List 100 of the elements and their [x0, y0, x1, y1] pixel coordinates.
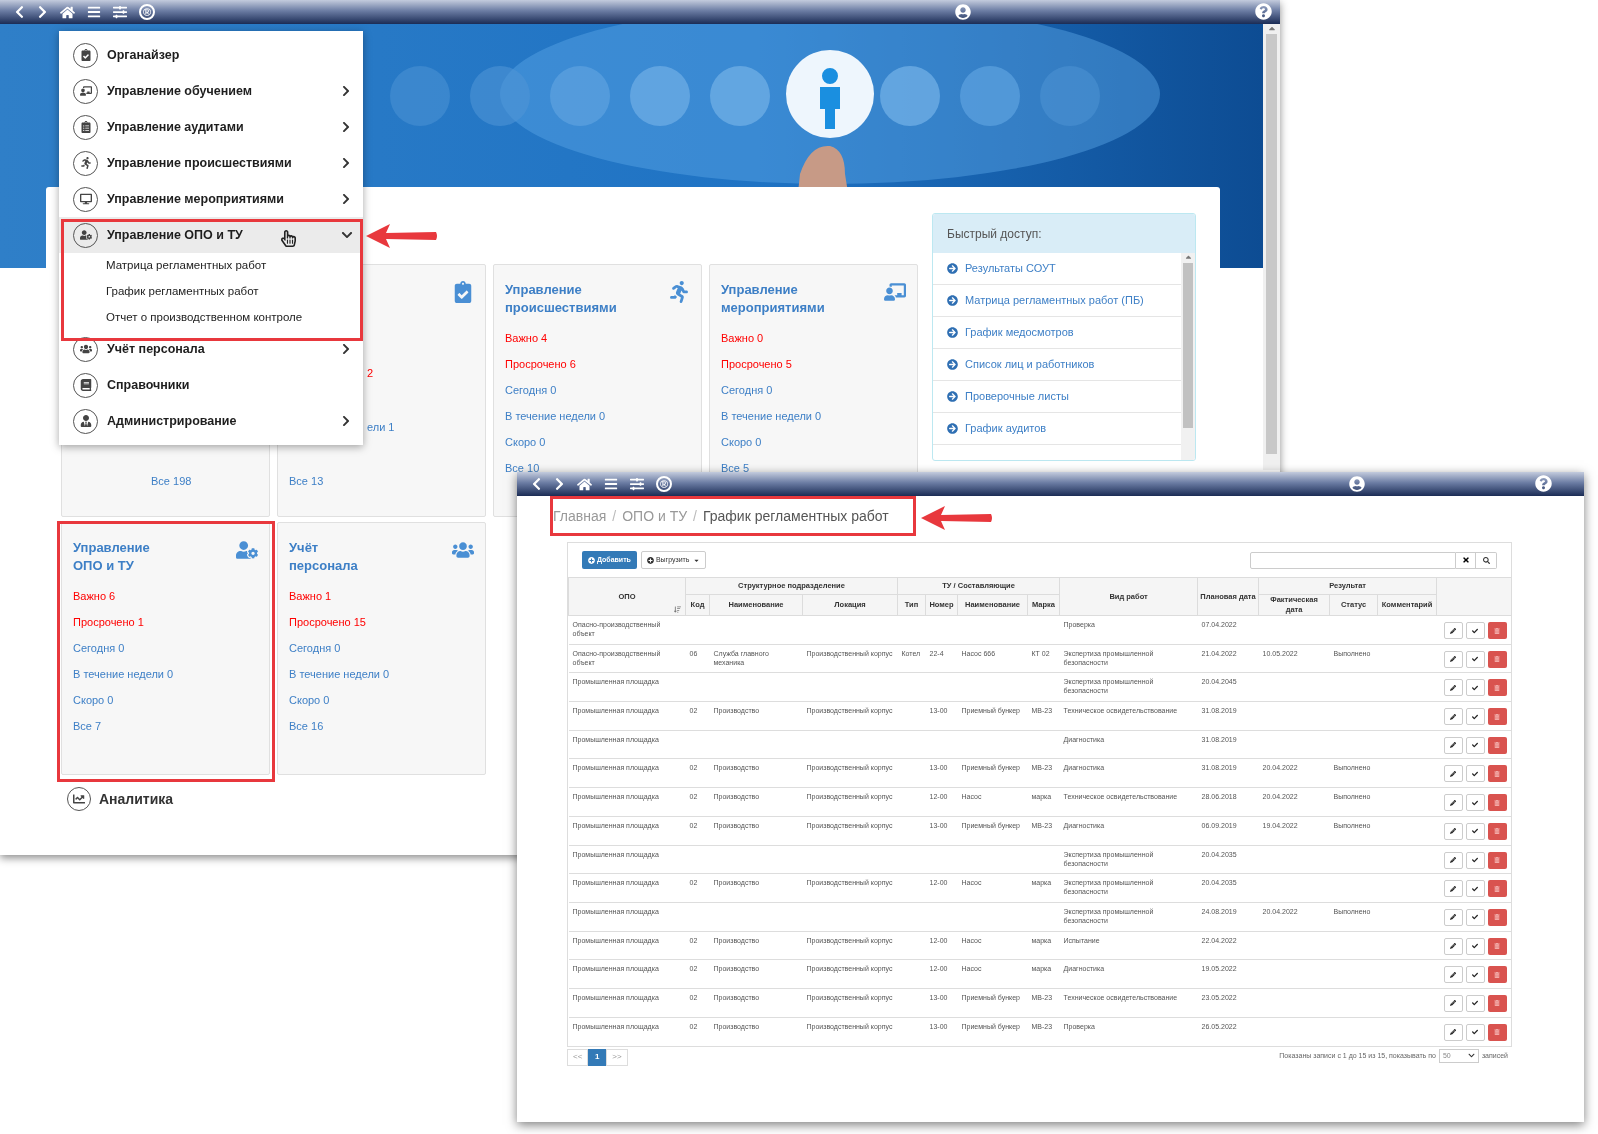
page-button[interactable]: >> — [606, 1048, 628, 1066]
page-button[interactable]: 1 — [588, 1048, 607, 1066]
stat-link[interactable]: Важно 4 — [505, 332, 548, 344]
menu-item[interactable]: Администрирование — [59, 403, 363, 439]
card-title[interactable]: Учёт персонала — [289, 539, 358, 575]
menu-item[interactable]: Управление обучением — [59, 73, 363, 109]
stat-link[interactable]: Все 10 — [505, 462, 540, 474]
breadcrumb-link[interactable]: График регламентных работ — [702, 508, 889, 524]
help-icon[interactable] — [1535, 475, 1552, 492]
logo-mark[interactable]: ® — [656, 476, 672, 492]
forward-icon[interactable] — [37, 5, 48, 19]
delete-button[interactable] — [1487, 908, 1507, 926]
stat-link[interactable]: Важно 0 — [721, 332, 764, 344]
stat-link[interactable]: Сегодня 0 — [73, 642, 125, 654]
menu-icon[interactable] — [604, 477, 618, 491]
back-icon[interactable] — [14, 5, 25, 19]
sort-icon[interactable] — [674, 606, 681, 613]
scrollbar[interactable] — [1181, 253, 1195, 460]
delete-button[interactable] — [1487, 880, 1507, 898]
stat-link[interactable]: Все 7 — [73, 720, 102, 732]
quick-link[interactable]: Результаты СОУТ — [933, 253, 1181, 285]
edit-button[interactable] — [1443, 908, 1463, 926]
delete-button[interactable] — [1487, 679, 1507, 697]
stat-link[interactable]: В течение недели 0 — [289, 668, 390, 680]
delete-button[interactable] — [1487, 794, 1507, 812]
delete-button[interactable] — [1487, 1023, 1507, 1041]
menu-item[interactable]: Справочники — [59, 367, 363, 403]
confirm-button[interactable] — [1465, 1023, 1485, 1041]
stat-link[interactable]: Скоро 0 — [721, 436, 762, 448]
menu-item[interactable]: Учёт персонала — [59, 331, 363, 367]
card-title[interactable]: Управление ОПО и ТУ — [73, 539, 150, 575]
stat-link[interactable]: Все 13 — [289, 475, 474, 488]
stat-link[interactable]: В течение недели 0 — [505, 410, 606, 422]
edit-button[interactable] — [1443, 765, 1463, 783]
confirm-button[interactable] — [1465, 822, 1485, 840]
user-icon[interactable] — [955, 4, 971, 20]
help-icon[interactable] — [1255, 3, 1272, 20]
breadcrumb-link[interactable]: Главная — [553, 508, 607, 524]
delete-button[interactable] — [1487, 622, 1507, 639]
edit-button[interactable] — [1443, 679, 1463, 697]
edit-button[interactable] — [1443, 994, 1463, 1012]
stat-link[interactable]: Просрочено 1 — [73, 616, 144, 628]
confirm-button[interactable] — [1465, 880, 1485, 898]
confirm-button[interactable] — [1465, 708, 1485, 726]
submenu-item[interactable]: Матрица регламентных работ — [106, 257, 267, 275]
submenu-item[interactable]: Отчет о производственном контроле — [106, 309, 303, 327]
confirm-button[interactable] — [1465, 908, 1485, 926]
delete-button[interactable] — [1487, 851, 1507, 869]
edit-button[interactable] — [1443, 736, 1463, 754]
delete-button[interactable] — [1487, 994, 1507, 1012]
quick-link[interactable]: Проверочные листы — [933, 381, 1181, 413]
stat-link[interactable]: Просрочено 5 — [721, 358, 792, 370]
quick-link[interactable]: График медосмотров — [933, 317, 1181, 349]
edit-button[interactable] — [1443, 622, 1463, 639]
clear-button[interactable] — [1456, 551, 1476, 569]
delete-button[interactable] — [1487, 708, 1507, 726]
search-button[interactable] — [1476, 551, 1497, 569]
stat-link[interactable]: Важно 1 — [289, 590, 332, 602]
page-button[interactable]: << — [567, 1048, 589, 1066]
delete-button[interactable] — [1487, 736, 1507, 754]
quick-link[interactable]: Список лиц и работников — [933, 349, 1181, 381]
edit-button[interactable] — [1443, 937, 1463, 955]
stat-link[interactable]: В течение недели 0 — [73, 668, 174, 680]
confirm-button[interactable] — [1465, 851, 1485, 869]
logo-mark[interactable]: ® — [139, 4, 155, 20]
edit-button[interactable] — [1443, 880, 1463, 898]
menu-item[interactable]: Органайзер — [59, 37, 363, 73]
scroll-up-icon[interactable] — [1183, 253, 1193, 262]
delete-button[interactable] — [1487, 650, 1507, 668]
stat-link[interactable]: Скоро 0 — [289, 694, 330, 706]
stat-link[interactable]: В течение недели 0 — [721, 410, 822, 422]
confirm-button[interactable] — [1465, 937, 1485, 955]
search-field[interactable] — [1250, 551, 1456, 569]
user-icon[interactable] — [1349, 476, 1365, 492]
stat-link[interactable]: Просрочено 15 — [289, 616, 366, 628]
menu-item[interactable]: Управление мероприятиями — [59, 181, 363, 217]
confirm-button[interactable] — [1465, 794, 1485, 812]
confirm-button[interactable] — [1465, 765, 1485, 783]
stat-link[interactable]: Сегодня 0 — [289, 642, 341, 654]
back-icon[interactable] — [531, 477, 542, 491]
confirm-button[interactable] — [1465, 966, 1485, 984]
home-icon[interactable] — [60, 4, 75, 20]
card-title[interactable]: Управление мероприятиями — [721, 281, 825, 317]
stat-link[interactable]: Скоро 0 — [505, 436, 546, 448]
breadcrumb-link[interactable]: ОПО и ТУ — [622, 508, 688, 524]
confirm-button[interactable] — [1465, 736, 1485, 754]
menu-icon[interactable] — [87, 5, 101, 19]
edit-button[interactable] — [1443, 1023, 1463, 1041]
forward-icon[interactable] — [554, 477, 565, 491]
quick-link[interactable]: График аудитов — [933, 413, 1181, 445]
edit-button[interactable] — [1443, 822, 1463, 840]
sliders-icon[interactable] — [630, 477, 644, 491]
scrollbar[interactable] — [1263, 24, 1280, 470]
edit-button[interactable] — [1443, 650, 1463, 668]
stat-link[interactable]: Скоро 0 — [73, 694, 114, 706]
stat-link[interactable]: Сегодня 0 — [721, 384, 773, 396]
stat-link[interactable]: Просрочено 6 — [505, 358, 576, 370]
delete-button[interactable] — [1487, 765, 1507, 783]
stat-link[interactable]: Все 5 — [721, 462, 750, 474]
delete-button[interactable] — [1487, 822, 1507, 840]
